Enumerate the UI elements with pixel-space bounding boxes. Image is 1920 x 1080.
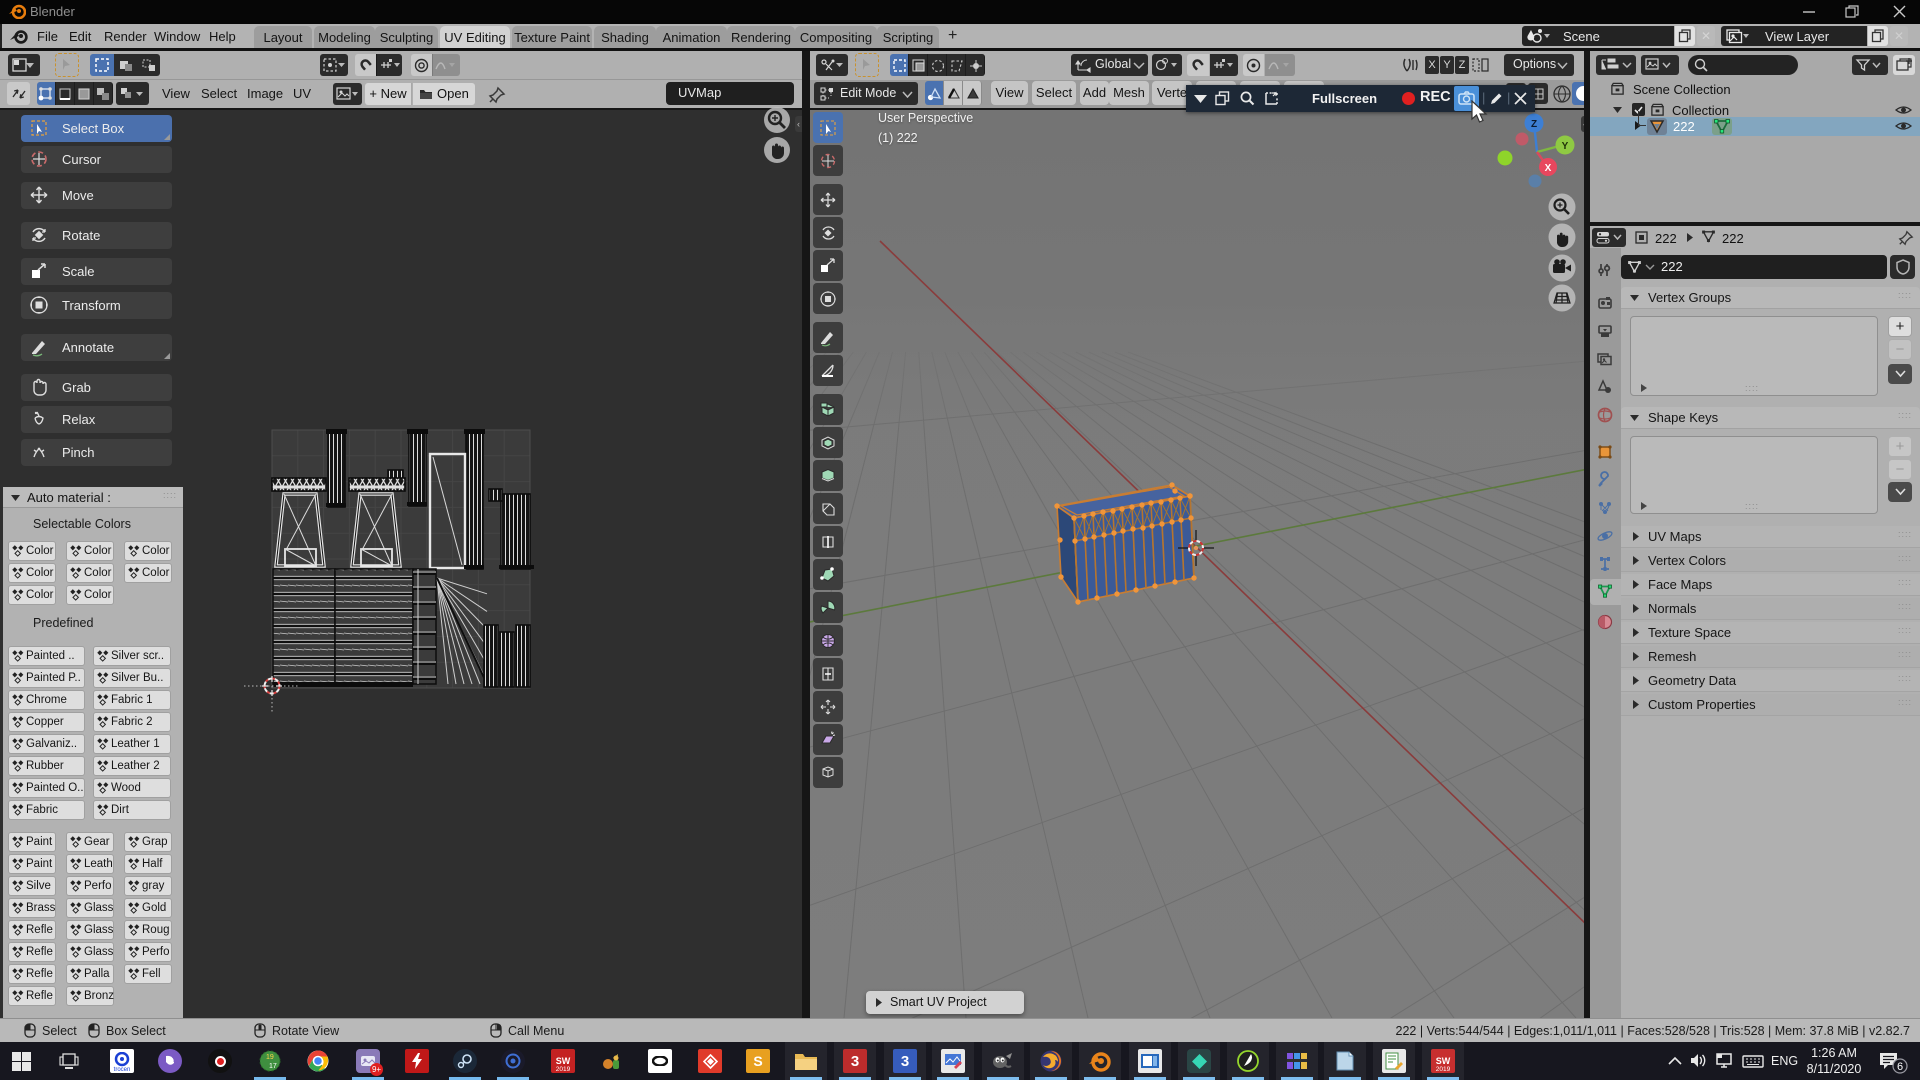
svg-text:17: 17: [269, 1063, 277, 1070]
svg-text:6: 6: [1897, 1061, 1903, 1073]
svg-text:Y: Y: [1562, 141, 1569, 152]
svg-text:X: X: [1545, 163, 1552, 174]
svg-text:19: 19: [266, 1054, 274, 1061]
svg-text:Z: Z: [1531, 119, 1537, 130]
